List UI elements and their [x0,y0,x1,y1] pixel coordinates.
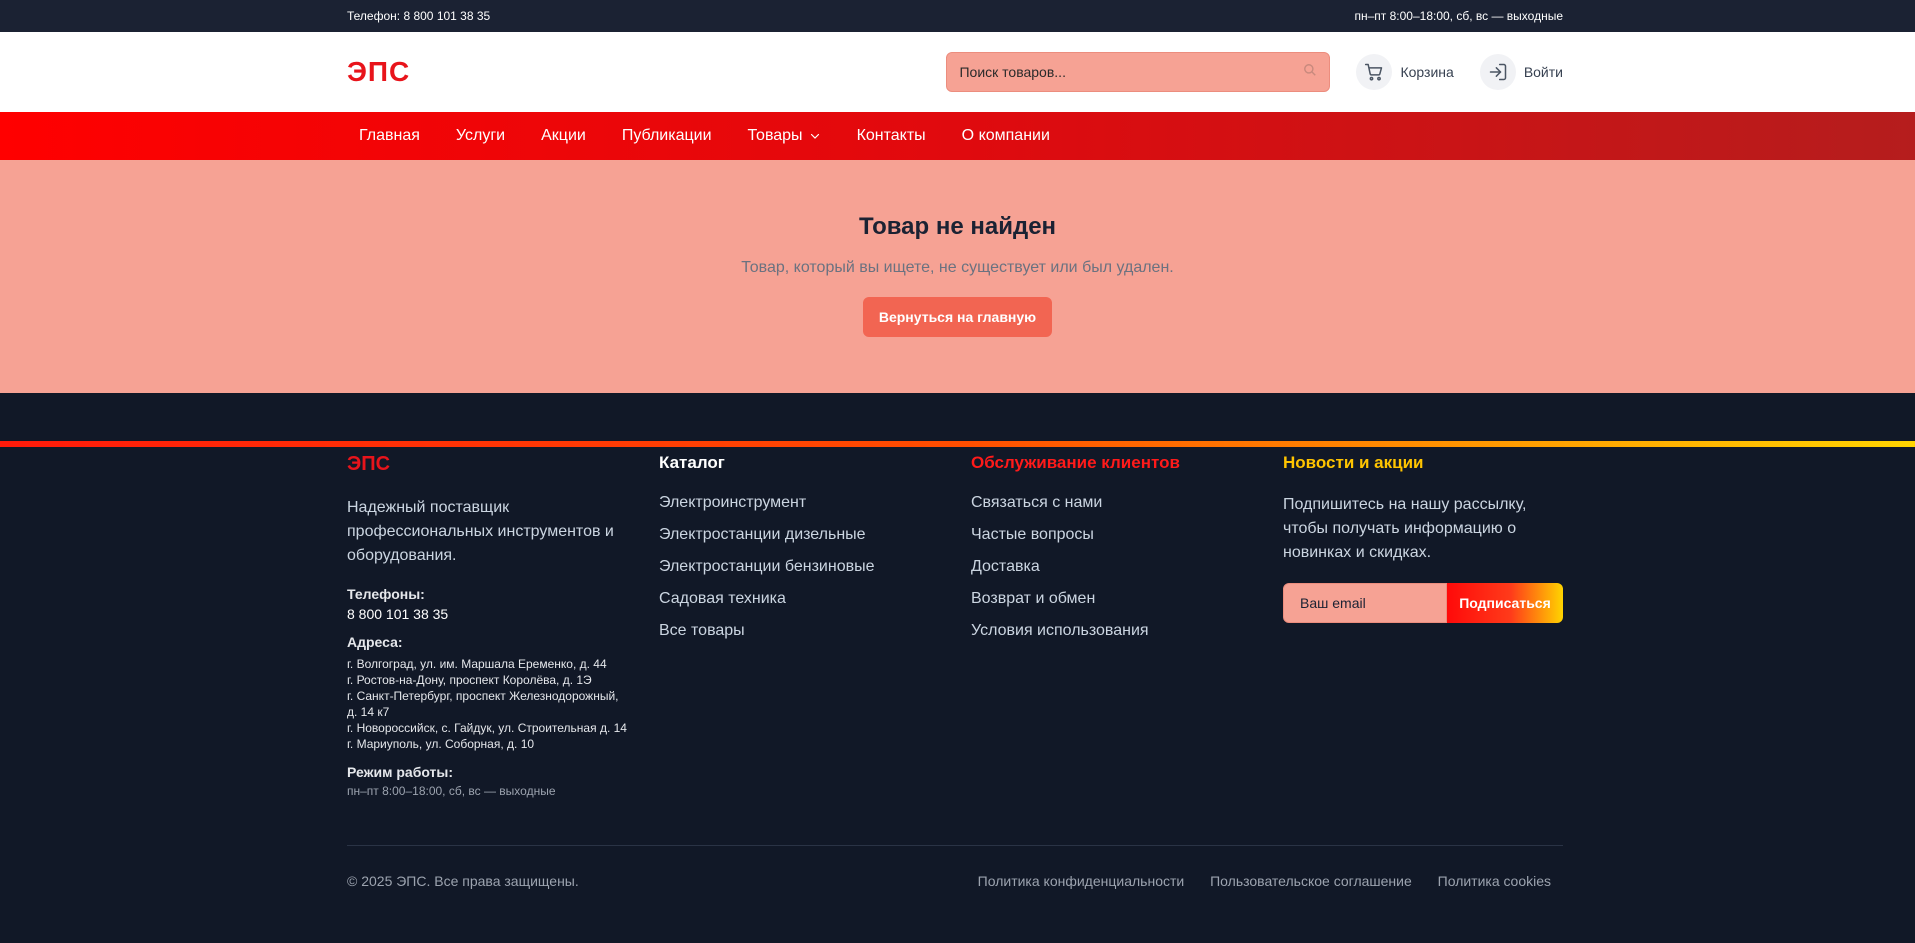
search-input[interactable] [959,64,1304,80]
catalog-title: Каталог [659,453,725,472]
catalog-link[interactable]: Электростанции бензиновые [659,557,971,577]
footer-description: Надежный поставщик профессиональных инст… [347,499,614,564]
catalog-link[interactable]: Электростанции дизельные [659,525,971,545]
cart-button[interactable]: Корзина [1356,54,1454,90]
service-link[interactable]: Условия использования [971,621,1283,641]
topbar-phone: Телефон: 8 800 101 38 35 [347,9,491,23]
login-icon [1479,54,1516,90]
phones-label: Телефоны: [347,586,425,602]
footer-gradient-stripe [0,441,1915,447]
footer-news-column: Новости и акции Подпишитесь на нашу расс… [1283,453,1563,798]
search-box [946,52,1331,92]
copyright: © 2025 ЭПС. Все права защищены. [347,873,579,889]
address-item: г. Санкт-Петербург, проспект Железнодоро… [347,689,619,719]
service-link[interactable]: Доставка [971,557,1283,577]
footer-catalog-column: Каталог Электроинструмент Электростанции… [659,453,971,798]
header: ЭПС Корзина Войти [0,32,1915,112]
service-link[interactable]: Частые вопросы [971,525,1283,545]
back-home-button[interactable]: Вернуться на главную [862,297,1053,337]
addresses-list: г. Волгоград, ул. им. Маршала Еременко, … [347,656,627,752]
footer-logo[interactable]: ЭПС [347,453,659,476]
footer-bottom: © 2025 ЭПС. Все права защищены. Политика… [347,873,1563,889]
nav-item-services[interactable]: Услуги [456,127,505,145]
login-label: Войти [1523,64,1563,80]
nav-item-products-label: Товары [747,127,803,144]
login-button[interactable]: Войти [1479,54,1563,90]
nav-item-about[interactable]: О компании [962,127,1050,145]
top-bar: Телефон: 8 800 101 38 35 пн–пт 8:00–18:0… [0,0,1915,32]
email-input[interactable] [1283,583,1447,623]
nav-item-promotions[interactable]: Акции [541,127,586,145]
site-logo[interactable]: ЭПС [347,56,410,88]
cart-icon [1356,54,1393,90]
address-item: г. Новороссийск, с. Гайдук, ул. Строител… [347,721,627,735]
footer-service-column: Обслуживание клиентов Связаться с нами Ч… [971,453,1283,798]
address-item: г. Мариуполь, ул. Соборная, д. 10 [347,737,535,751]
news-title: Новости и акции [1283,453,1424,472]
service-title: Обслуживание клиентов [971,453,1180,472]
news-description: Подпишитесь на нашу рассылку, чтобы полу… [1283,496,1527,561]
page-title: Товар не найден [858,213,1057,240]
nav-item-products[interactable]: Товары [748,127,821,145]
addresses-label: Адреса: [347,634,403,650]
chevron-down-icon [810,133,819,139]
address-item: г. Ростов-на-Дону, проспект Королёва, д.… [347,673,592,687]
page-subtitle: Товар, который вы ищете, не существует и… [741,259,1174,276]
nav-item-publications[interactable]: Публикации [622,127,712,145]
catalog-link[interactable]: Все товары [659,621,971,641]
subscribe-button[interactable]: Подписаться [1447,583,1563,623]
service-link[interactable]: Связаться с нами [971,493,1283,513]
catalog-link[interactable]: Садовая техника [659,589,971,609]
footer-brand-column: ЭПС Надежный поставщик профессиональных … [347,453,659,798]
not-found-section: Товар не найден Товар, который вы ищете,… [0,160,1915,393]
footer-phone[interactable]: 8 800 101 38 35 [347,606,659,622]
service-link[interactable]: Возврат и обмен [971,589,1283,609]
footer: ЭПС Надежный поставщик профессиональных … [0,393,1915,943]
search-icon[interactable] [1303,63,1317,82]
nav-item-home[interactable]: Главная [359,127,420,145]
footer-divider [347,845,1563,846]
cart-label: Корзина [1400,64,1454,80]
footer-hours: пн–пт 8:00–18:00, сб, вс — выходные [347,784,556,798]
topbar-hours: пн–пт 8:00–18:00, сб, вс — выходные [1354,9,1563,23]
subscribe-form: Подписаться [1283,583,1563,623]
hours-label: Режим работы: [347,764,454,780]
address-item: г. Волгоград, ул. им. Маршала Еременко, … [347,657,607,671]
catalog-link[interactable]: Электроинструмент [659,493,971,513]
main-nav: Главная Услуги Акции Публикации Товары К… [0,112,1915,160]
privacy-policy-link[interactable]: Политика конфиденциальности [978,873,1185,889]
user-agreement-link[interactable]: Пользовательское соглашение [1210,873,1412,889]
cookies-policy-link[interactable]: Политика cookies [1438,873,1551,889]
nav-item-contacts[interactable]: Контакты [857,127,926,145]
